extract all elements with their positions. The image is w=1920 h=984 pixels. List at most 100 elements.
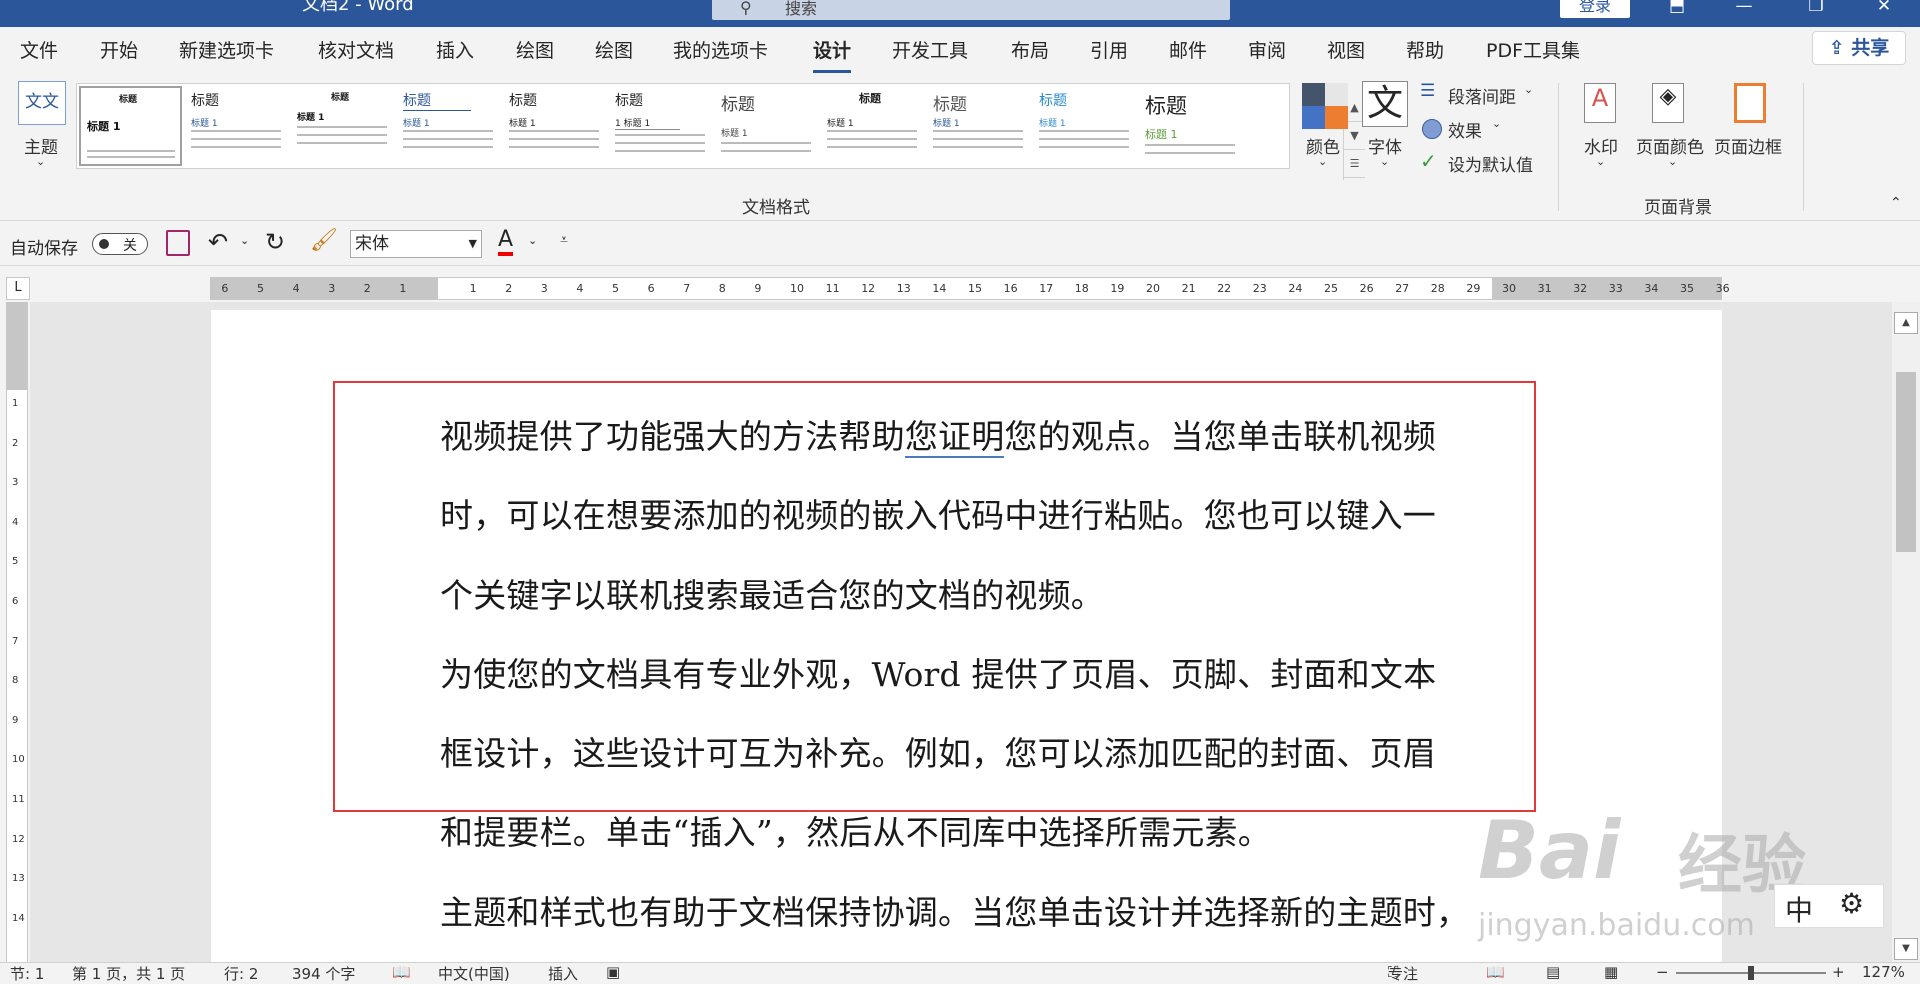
- status-page[interactable]: 第 1 页，共 1 页: [72, 963, 185, 984]
- tab-help[interactable]: 帮助: [1406, 36, 1444, 63]
- page-border-label[interactable]: 页面边框: [1714, 133, 1782, 158]
- tab-layout[interactable]: 布局: [1011, 36, 1049, 63]
- theme-chevron-down-icon[interactable]: ⌄: [36, 155, 45, 168]
- page-color-icon[interactable]: ◈: [1652, 83, 1684, 123]
- vertical-scrollbar[interactable]: ▲ ▼: [1892, 302, 1920, 962]
- watermark-chevron-down-icon[interactable]: ⌄: [1596, 155, 1605, 168]
- fonts-chevron-down-icon[interactable]: ⌄: [1380, 155, 1389, 168]
- tab-draw-2[interactable]: 绘图: [595, 36, 633, 63]
- fonts-icon[interactable]: 文: [1362, 81, 1408, 127]
- ime-indicator[interactable]: 中 ⚙: [1774, 884, 1884, 928]
- status-word-count[interactable]: 394 个字: [292, 963, 355, 984]
- status-insert-mode[interactable]: 插入: [548, 963, 578, 984]
- ruler-tick-label: 14: [12, 912, 25, 924]
- minimize-icon[interactable]: —: [1732, 0, 1756, 18]
- doc-line[interactable]: 主题和样式也有助于文档保持协调。当您单击设计并选择新的主题时，: [440, 886, 1469, 934]
- print-layout-icon[interactable]: ▤: [1546, 963, 1560, 981]
- doc-line[interactable]: 和提要栏。单击“插入”，然后从不同库中选择所需元素。: [440, 806, 1271, 854]
- style-gallery-item[interactable]: 标题 标题 1: [821, 86, 924, 166]
- gallery-more-icon[interactable]: ☰: [1344, 150, 1365, 178]
- ime-mode[interactable]: 中: [1785, 889, 1813, 929]
- collapse-ribbon-icon[interactable]: ⌃: [1890, 195, 1902, 211]
- style-gallery-item[interactable]: 标题 标题 1: [503, 86, 606, 166]
- style-gallery-item[interactable]: 标题 标题 1: [927, 86, 1030, 166]
- zoom-level[interactable]: 127%: [1862, 963, 1905, 981]
- tab-draw-1[interactable]: 绘图: [516, 36, 554, 63]
- customize-qat-icon[interactable]: ⩡: [560, 232, 568, 248]
- tab-selector[interactable]: L: [6, 277, 30, 300]
- read-mode-icon[interactable]: 📖: [1486, 963, 1505, 981]
- scroll-down-icon[interactable]: ▼: [1894, 938, 1918, 960]
- status-language[interactable]: 中文(中国): [438, 963, 510, 984]
- undo-icon[interactable]: ↶: [208, 228, 228, 256]
- theme-icon[interactable]: 文文: [18, 81, 66, 125]
- zoom-out-button[interactable]: −: [1656, 963, 1669, 981]
- status-section[interactable]: 节: 1: [10, 963, 44, 984]
- watermark-url: jingyan.baidu.com: [1478, 908, 1755, 943]
- save-icon[interactable]: [166, 230, 190, 256]
- page-border-icon[interactable]: [1734, 83, 1766, 123]
- tab-design[interactable]: 设计: [813, 36, 852, 73]
- share-button[interactable]: ⇪ 共享: [1812, 31, 1906, 65]
- style-gallery-item[interactable]: 标题 标题 1: [79, 86, 182, 166]
- ribbon-display-icon[interactable]: ⬒: [1665, 0, 1689, 18]
- toggle-knob: [99, 239, 109, 249]
- toggle-state: 关: [123, 238, 137, 254]
- search-box[interactable]: ⚲ 搜索: [712, 0, 1230, 20]
- tab-new-tab[interactable]: 新建选项卡: [179, 36, 274, 63]
- focus-label: 专注: [1388, 965, 1419, 983]
- style-gallery-item[interactable]: 标题 标题 1: [715, 86, 818, 166]
- tab-mailings[interactable]: 邮件: [1169, 36, 1207, 63]
- zoom-in-button[interactable]: +: [1832, 963, 1845, 981]
- format-painter-icon[interactable]: 🖌: [310, 228, 338, 253]
- tab-developer[interactable]: 开发工具: [892, 36, 968, 63]
- tab-references[interactable]: 引用: [1090, 36, 1128, 63]
- style-gallery-item[interactable]: 标题 标题 1: [397, 86, 500, 166]
- horizontal-ruler[interactable]: 6 5 4 3 2 1 1 2 3 4 5 6 7 8 9 10 11 12 13 14 15 16 17 18 19 20 21 2…: [210, 277, 1730, 300]
- tab-insert[interactable]: 插入: [436, 36, 474, 63]
- ruler-tick-label: 15: [968, 282, 982, 295]
- tab-pdf-tools[interactable]: PDF工具集: [1486, 36, 1580, 63]
- ruler-tick-label: 23: [1252, 282, 1267, 295]
- status-line[interactable]: 行: 2: [224, 963, 258, 984]
- style-gallery-item[interactable]: 标题 标题 1: [291, 86, 394, 166]
- vertical-ruler[interactable]: 1 2 3 4 5 6 7 8 9 10 11 12 13 14: [6, 302, 28, 962]
- page-color-chevron-down-icon[interactable]: ⌄: [1668, 155, 1677, 168]
- watermark-brand: Bai: [1478, 804, 1621, 897]
- style-gallery-item[interactable]: 标题 标题 1: [1033, 86, 1136, 166]
- ruler-tick-label: 9: [754, 282, 762, 295]
- macro-icon[interactable]: ▣: [606, 963, 620, 981]
- style-gallery: 标题 标题 1 标题 标题 1 标题 标题 1 标题 标题 1 标题 标题 1 标题 1 …: [76, 83, 1365, 180]
- watermark-icon[interactable]: A: [1584, 83, 1616, 123]
- font-color-chevron-icon[interactable]: ⌄: [528, 234, 537, 247]
- scroll-up-icon[interactable]: ▲: [1894, 312, 1918, 334]
- ruler-tick-label: 6: [647, 282, 655, 295]
- tab-file[interactable]: 文件: [20, 36, 58, 63]
- font-color-icon[interactable]: A: [498, 228, 514, 256]
- proofing-icon[interactable]: 📖: [392, 963, 411, 981]
- style-gallery-item[interactable]: 标题 标题 1: [185, 86, 288, 166]
- autosave-toggle[interactable]: 关: [92, 233, 148, 255]
- close-icon[interactable]: ✕: [1872, 0, 1896, 18]
- tab-review[interactable]: 审阅: [1248, 36, 1286, 63]
- colors-chevron-down-icon[interactable]: ⌄: [1318, 155, 1327, 168]
- checkmark-icon: ✓: [1420, 149, 1437, 173]
- redo-icon[interactable]: ↻: [265, 228, 285, 256]
- gear-icon[interactable]: ⚙: [1839, 887, 1864, 920]
- web-layout-icon[interactable]: ▦: [1604, 963, 1618, 981]
- scroll-thumb[interactable]: [1896, 372, 1916, 552]
- colors-icon[interactable]: [1302, 83, 1348, 129]
- ruler-tick-label: 7: [12, 635, 19, 647]
- tab-review-doc[interactable]: 核对文档: [318, 36, 394, 63]
- tab-view[interactable]: 视图: [1327, 36, 1365, 63]
- restore-icon[interactable]: ❐: [1804, 0, 1828, 18]
- style-gallery-item[interactable]: 标题 标题 1: [1139, 86, 1242, 166]
- undo-chevron-icon[interactable]: ⌄: [240, 234, 249, 247]
- login-button[interactable]: 登录: [1560, 0, 1630, 18]
- zoom-slider-thumb[interactable]: [1748, 966, 1754, 980]
- ruler-tick-label: 13: [12, 873, 25, 885]
- style-gallery-item[interactable]: 标题 1 标题 1: [609, 86, 712, 166]
- font-select[interactable]: 宋体 ▼: [350, 230, 482, 258]
- tab-home[interactable]: 开始: [100, 36, 138, 63]
- tab-my-tab[interactable]: 我的选项卡: [673, 36, 768, 63]
